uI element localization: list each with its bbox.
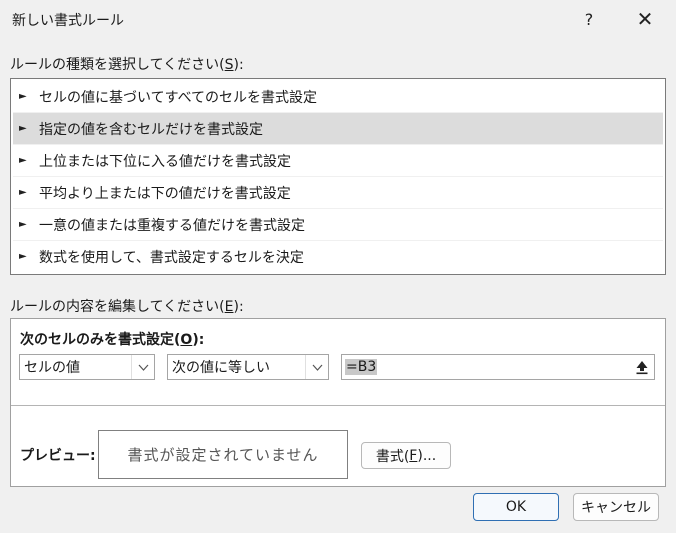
close-button[interactable]: ✕	[622, 0, 668, 38]
rule-type-item-label: 平均より上または下の値だけを書式設定	[39, 185, 291, 202]
edit-rule-panel: 次のセルのみを書式設定(O): セルの値 次の値に等しい =B3 プレビュー: …	[10, 318, 666, 487]
bullet-icon: ►	[19, 187, 27, 198]
only-format-label-text: 次のセルのみを書式設定(	[20, 332, 181, 348]
chevron-down-icon	[131, 355, 154, 379]
rule-type-item-average[interactable]: ► 平均より上または下の値だけを書式設定	[13, 177, 663, 209]
section-divider	[11, 405, 665, 406]
bullet-icon: ►	[19, 219, 27, 230]
reference-input-selection: =B3	[345, 359, 378, 375]
operator-dropdown[interactable]: 次の値に等しい	[167, 354, 329, 380]
chevron-down-icon	[305, 355, 328, 379]
format-button-accesskey: F	[409, 447, 418, 464]
rule-type-item-contains[interactable]: ► 指定の値を含むセルだけを書式設定	[13, 113, 663, 145]
rule-type-label-suffix: ):	[233, 57, 244, 73]
rule-type-item-unique-duplicate[interactable]: ► 一意の値または重複する値だけを書式設定	[13, 209, 663, 241]
format-button-text: 書式(	[375, 448, 410, 465]
close-icon: ✕	[636, 7, 654, 31]
rule-type-item-label: 数式を使用して、書式設定するセルを決定	[39, 249, 304, 266]
preview-text: 書式が設定されていません	[127, 446, 319, 464]
preview-box: 書式が設定されていません	[98, 430, 348, 479]
bullet-icon: ►	[19, 123, 27, 134]
rule-type-item-all-cells[interactable]: ► セルの値に基づいてすべてのセルを書式設定	[13, 81, 663, 113]
help-icon: ?	[584, 9, 594, 29]
format-button-suffix: )...	[417, 447, 437, 464]
rule-type-item-formula[interactable]: ► 数式を使用して、書式設定するセルを決定	[13, 241, 663, 272]
rule-type-list[interactable]: ► セルの値に基づいてすべてのセルを書式設定 ► 指定の値を含むセルだけを書式設…	[10, 78, 666, 275]
format-button[interactable]: 書式(F)...	[361, 442, 451, 469]
condition-type-dropdown[interactable]: セルの値	[19, 354, 155, 380]
bullet-icon: ►	[19, 251, 27, 262]
reference-input[interactable]: =B3	[341, 354, 655, 380]
ok-button[interactable]: OK	[473, 493, 559, 521]
reference-value: B3	[357, 359, 377, 375]
cancel-button[interactable]: キャンセル	[573, 493, 659, 521]
collapse-dialog-button[interactable]	[631, 356, 653, 378]
only-format-label-accesskey: O	[180, 332, 193, 348]
collapse-dialog-icon	[636, 360, 648, 374]
help-button[interactable]: ?	[566, 0, 612, 38]
rule-type-item-label: 一意の値または重複する値だけを書式設定	[39, 217, 305, 234]
preview-label: プレビュー:	[20, 448, 96, 464]
rule-type-label-text: ルールの種類を選択してください(	[10, 57, 225, 73]
only-format-label-suffix: ):	[192, 332, 205, 348]
operator-value: 次の値に等しい	[172, 360, 270, 376]
rule-type-label-accesskey: S	[224, 57, 234, 73]
rule-type-item-top-bottom[interactable]: ► 上位または下位に入る値だけを書式設定	[13, 145, 663, 177]
condition-type-value: セルの値	[24, 360, 80, 376]
bullet-icon: ►	[19, 155, 27, 166]
edit-rule-label-text: ルールの内容を編集してください(	[10, 299, 225, 315]
rule-type-item-label: セルの値に基づいてすべてのセルを書式設定	[39, 89, 318, 106]
rule-type-item-label: 指定の値を含むセルだけを書式設定	[39, 121, 263, 138]
reference-prefix: =	[346, 359, 358, 375]
edit-rule-label-suffix: ):	[233, 299, 244, 315]
only-format-label: 次のセルのみを書式設定(O):	[20, 329, 204, 349]
rule-type-label: ルールの種類を選択してください(S):	[10, 54, 244, 74]
dialog-title: 新しい書式ルール	[12, 13, 124, 29]
rule-type-item-label: 上位または下位に入る値だけを書式設定	[39, 153, 291, 170]
edit-rule-label: ルールの内容を編集してください(E):	[10, 296, 244, 316]
bullet-icon: ►	[19, 91, 27, 102]
